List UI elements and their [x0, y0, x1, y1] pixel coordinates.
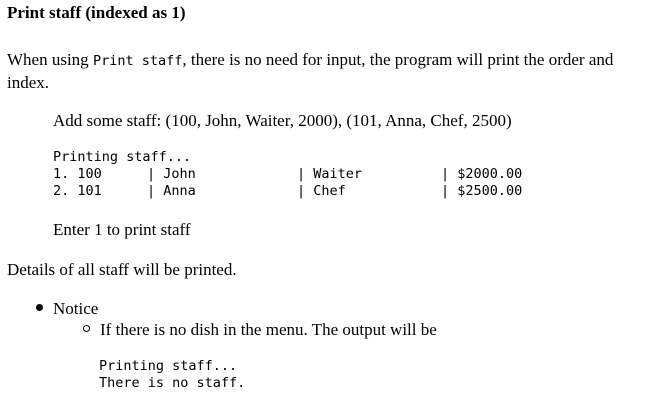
empty-output-line-1: Printing staff... [99, 358, 238, 374]
output-row-2-id: 2. 101 [53, 183, 102, 199]
notice-sub-item: If there is no dish in the menu. The out… [100, 320, 437, 339]
notice-label: Notice [53, 299, 99, 318]
section-heading: Print staff (indexed as 1) [7, 3, 186, 22]
bullet-disc-icon [36, 304, 43, 311]
output-row-1-name: | John [147, 166, 196, 182]
intro-text-before: When using [7, 50, 93, 69]
details-line: Details of all staff will be printed. [7, 260, 237, 279]
output-row-1-role: | Waiter [297, 166, 363, 182]
output-row-2-salary: | $2500.00 [441, 183, 523, 199]
inline-code-print-staff: Print staff [92, 53, 183, 69]
empty-output-line-2: There is no staff. [99, 375, 246, 391]
bullet-circle-icon [83, 325, 90, 332]
output-row-2-role: | Chef [297, 183, 346, 199]
enter-instruction: Enter 1 to print staff [53, 220, 191, 239]
output-row-1-salary: | $2000.00 [441, 166, 523, 182]
example-add-staff: Add some staff: (100, John, Waiter, 2000… [53, 111, 512, 130]
output-header: Printing staff... [53, 149, 192, 165]
intro-paragraph: When using Print staff, there is no need… [7, 49, 659, 94]
output-row-2-name: | Anna [147, 183, 196, 199]
output-row-1-id: 1. 100 [53, 166, 102, 182]
